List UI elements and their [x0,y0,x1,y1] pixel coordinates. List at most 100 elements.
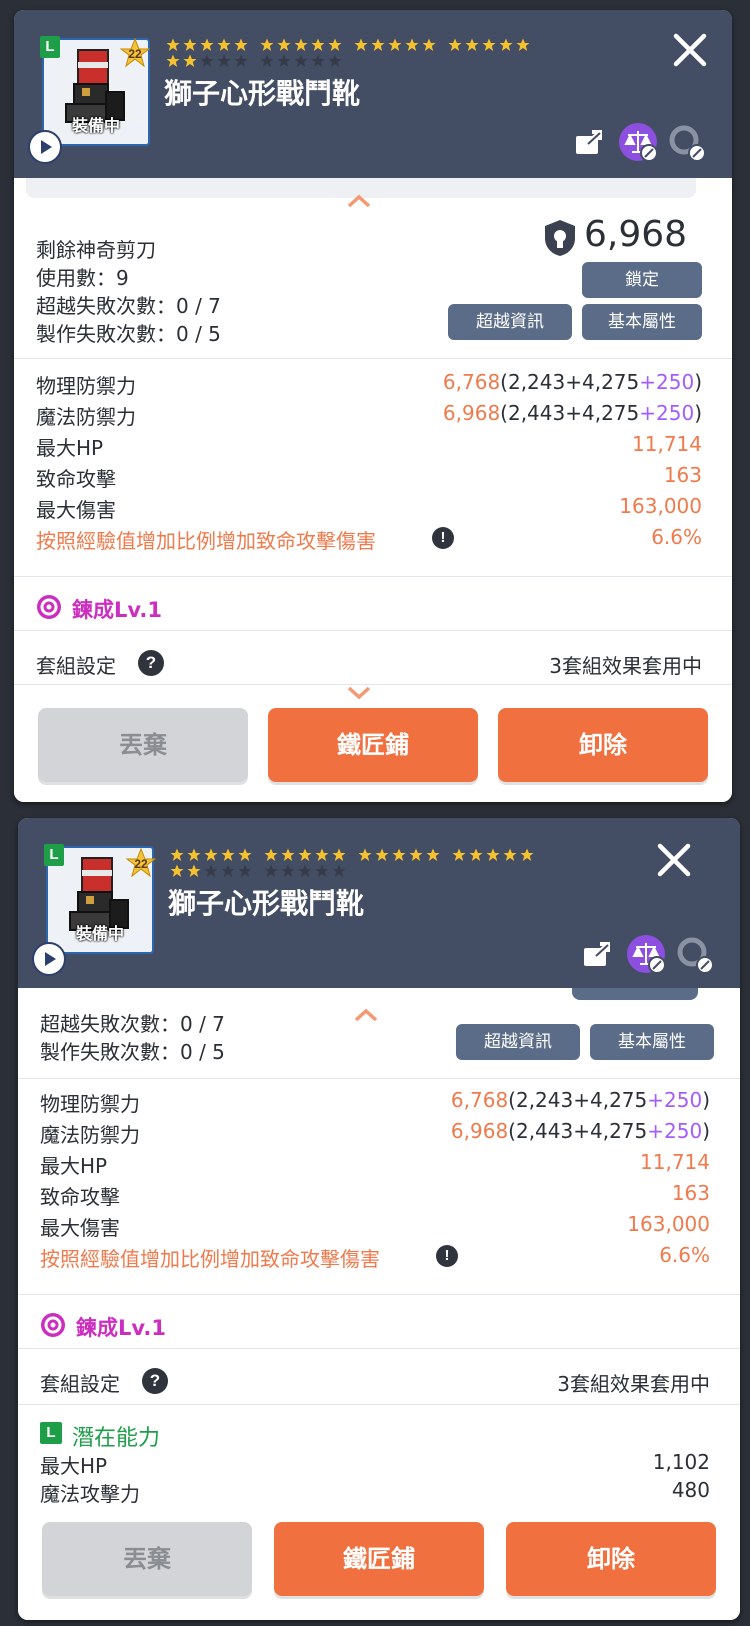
panel-header: 裝備中 130 L 22 獅子心形戰鬥靴 [14,10,732,178]
stat-close: ) [694,370,702,394]
stat-base: (2,243+4,275 [500,370,640,394]
divider [18,1078,740,1079]
stat-label: 致命攻擊 [36,467,116,491]
chevron-up-icon[interactable] [347,194,371,208]
star-icon [166,38,180,51]
stat-close: ) [702,1088,710,1112]
star-icon [448,38,462,51]
item-name: 獅子心形戰鬥靴 [168,887,365,920]
stat-label: 魔法防禦力 [36,405,136,429]
divider [14,576,732,577]
unequip-button[interactable]: 卸除 [498,708,708,782]
lock-button[interactable]: 鎖定 [582,262,702,298]
discard-button[interactable]: 丟棄 [38,708,248,782]
grade-badge: L [44,844,64,866]
stat-total: 6.6% [659,1243,710,1267]
stat-total: 6.6% [651,525,702,549]
stat-total: 163 [671,1181,710,1205]
blacksmith-button[interactable]: 鐵匠鋪 [274,1522,484,1596]
stat-label: 按照經驗值增加比例增加致命攻擊傷害 [36,529,376,553]
recycle-icon[interactable] [674,934,714,974]
stat-value: 163,000 [619,494,702,518]
divider [18,1294,740,1295]
star-row-2 [166,54,354,68]
star-icon [277,38,291,51]
star-icon [503,848,517,861]
stat-value: 163 [672,1181,710,1205]
star-icon [281,848,295,861]
stat-label: 最大HP [36,436,104,460]
close-icon[interactable] [654,840,694,880]
refine-icon [37,595,61,619]
star-icon [388,38,402,51]
star-icon [298,864,312,877]
scale-icon[interactable] [626,934,666,974]
question-icon[interactable]: ? [138,650,164,676]
star-icon [221,848,235,861]
action-bar: 丟棄 鐵匠鋪 卸除 [18,1512,740,1620]
close-icon[interactable] [670,30,710,70]
star-icon [426,848,440,861]
stat-total: 163 [663,463,702,487]
play-button[interactable] [28,130,62,164]
stat-value: 6,968(2,443+4,275+250) [451,1119,710,1143]
panel-header: 裝備中 130 L 22 獅子心形戰鬥靴 [18,818,740,988]
chevron-up-icon[interactable] [354,1008,378,1022]
base-stats-button[interactable]: 基本屬性 [582,304,702,340]
share-icon[interactable] [570,124,610,164]
star-icon [260,38,274,51]
potential-title: 潛在能力 [72,1426,161,1451]
stat-total: 11,714 [632,432,702,456]
star-icon [234,38,248,51]
potential-line-value: 480 [671,1478,710,1502]
potential-line-label: 最大HP [40,1454,108,1478]
transcend-info-button[interactable]: 超越資訊 [448,304,572,340]
stat-bonus: +250 [647,1119,703,1143]
button-edge [572,988,698,1000]
star-icon [294,54,308,67]
stat-label: 最大HP [40,1154,108,1178]
unequip-button[interactable]: 卸除 [506,1522,716,1596]
stat-value: 163 [664,463,702,487]
star-icon [264,864,278,877]
blacksmith-button[interactable]: 鐵匠鋪 [268,708,478,782]
transcend-fail-count: 超越失敗次數：0 / 7 [40,1012,225,1036]
set-status: 3套組效果套用中 [549,654,702,678]
scissors-label: 剩餘神奇剪刀 [36,238,156,262]
stat-label: 魔法防禦力 [40,1123,140,1147]
stat-total: 163,000 [619,494,702,518]
stat-value: 11,714 [632,432,702,456]
set-status: 3套組效果套用中 [557,1372,710,1396]
exclamation-icon[interactable]: ! [436,1245,458,1267]
recycle-icon[interactable] [666,122,706,162]
stat-label: 物理防禦力 [36,374,136,398]
star-icon [183,54,197,67]
star-icon [486,848,500,861]
star-icon [277,54,291,67]
divider [14,358,732,359]
star-icon [260,54,274,67]
chevron-down-icon[interactable] [347,686,371,700]
star-icon [281,864,295,877]
upgrade-count: 22 [134,857,148,871]
question-icon[interactable]: ? [142,1368,168,1394]
stat-base: (2,243+4,275 [508,1088,648,1112]
play-button[interactable] [32,942,66,976]
stat-label: 按照經驗值增加比例增加致命攻擊傷害 [40,1247,380,1271]
scale-icon[interactable] [618,122,658,162]
star-icon [238,848,252,861]
transcend-info-button[interactable]: 超越資訊 [456,1024,580,1060]
action-bar: 丟棄 鐵匠鋪 卸除 [14,700,732,802]
base-stats-button[interactable]: 基本屬性 [590,1024,714,1060]
star-row-1 [166,38,542,52]
star-row-1 [170,848,546,862]
exclamation-icon[interactable]: ! [432,527,454,549]
star-icon [311,38,325,51]
star-row-2 [170,864,358,878]
stat-label: 物理防禦力 [40,1092,140,1116]
discard-button[interactable]: 丟棄 [42,1522,252,1596]
star-icon [482,38,496,51]
share-icon[interactable] [578,936,618,976]
divider [14,684,732,685]
craft-fail-count: 製作失敗次數：0 / 5 [40,1040,225,1064]
